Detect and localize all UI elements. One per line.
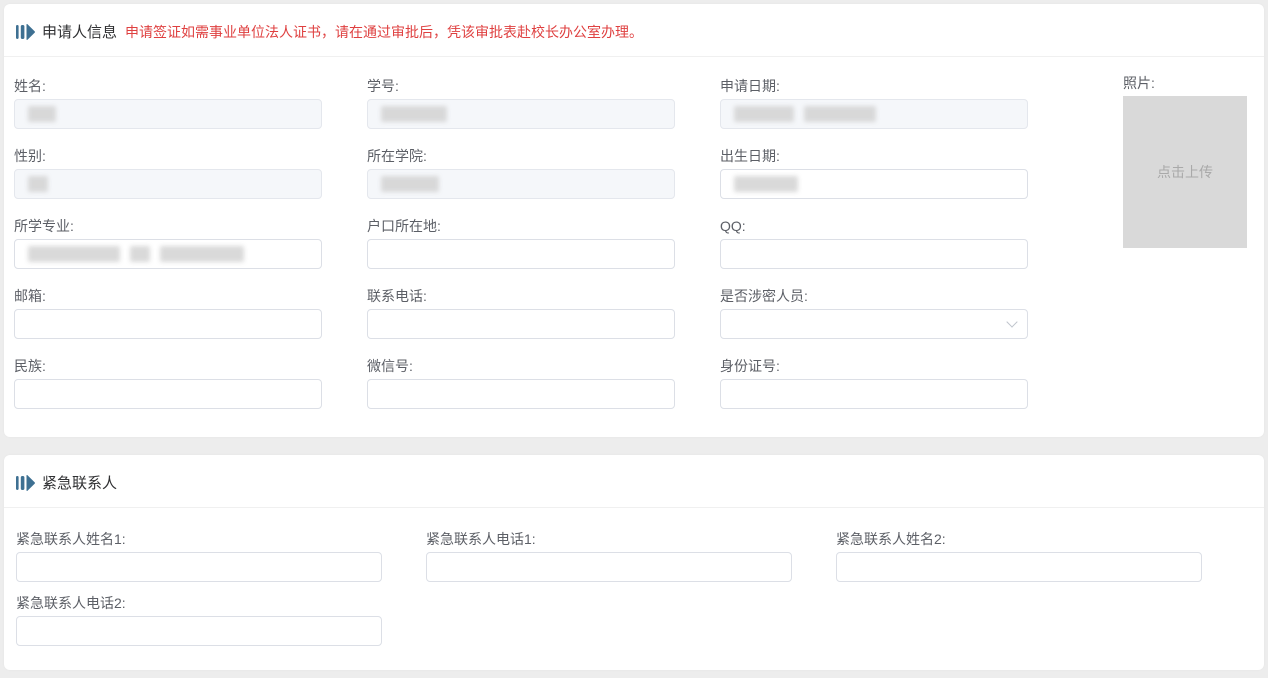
wechat-input[interactable] <box>367 379 675 409</box>
photo-label: 照片: <box>1123 74 1247 92</box>
field-name: 姓名: <box>14 77 322 129</box>
field-label: 民族: <box>14 357 322 375</box>
field-phone: 联系电话: <box>367 287 675 339</box>
ethnicity-input[interactable] <box>14 379 322 409</box>
redacted-value <box>160 246 244 262</box>
section-warning-text: 申请签证如需事业单位法人证书，请在通过审批后，凭该审批表赴校长办公室办理。 <box>125 22 643 42</box>
emergency-section-header: 紧急联系人 <box>4 455 1264 508</box>
field-birth-date: 出生日期: <box>720 147 1028 199</box>
ec-name-2-input[interactable] <box>836 552 1202 582</box>
field-id-number: 身份证号: <box>720 357 1028 409</box>
emergency-contacts-card: 紧急联系人 紧急联系人姓名1: 紧急联系人电话1: 紧急联系人姓名2: 紧急联系… <box>4 455 1264 670</box>
applicant-info-card: 申请人信息 申请签证如需事业单位法人证书，请在通过审批后，凭该审批表赴校长办公室… <box>4 4 1264 437</box>
field-apply-date: 申请日期: <box>720 77 1028 129</box>
field-qq: QQ: <box>720 217 1028 269</box>
field-label: 所学专业: <box>14 217 322 235</box>
field-label: 学号: <box>367 77 675 95</box>
field-college: 所在学院: <box>367 147 675 199</box>
photo-field: 照片: 点击上传 <box>1123 74 1247 248</box>
field-label: 户口所在地: <box>367 217 675 235</box>
field-label: 微信号: <box>367 357 675 375</box>
photo-upload-button[interactable]: 点击上传 <box>1123 96 1247 248</box>
household-location-input[interactable] <box>367 239 675 269</box>
section-marker-icon <box>16 24 35 40</box>
redacted-value <box>804 106 876 122</box>
redacted-value <box>28 246 120 262</box>
field-gender: 性别: <box>14 147 322 199</box>
qq-input[interactable] <box>720 239 1028 269</box>
field-label: 紧急联系人姓名2: <box>836 530 1202 548</box>
field-ec-phone-1: 紧急联系人电话1: <box>426 530 792 582</box>
field-label: 联系电话: <box>367 287 675 305</box>
field-student-id: 学号: <box>367 77 675 129</box>
applicant-section-header: 申请人信息 申请签证如需事业单位法人证书，请在通过审批后，凭该审批表赴校长办公室… <box>4 4 1264 57</box>
redacted-value <box>381 106 447 122</box>
section-marker-icon <box>16 475 35 491</box>
field-label: 所在学院: <box>367 147 675 165</box>
field-label: 邮箱: <box>14 287 322 305</box>
field-ethnicity: 民族: <box>14 357 322 409</box>
gender-input <box>14 169 322 199</box>
applicant-fields-grid: 姓名: 学号: 申请日期: 性别: <box>4 57 1264 427</box>
field-ec-phone-2: 紧急联系人电话2: <box>16 594 382 646</box>
section-title: 紧急联系人 <box>42 472 117 493</box>
field-label: 紧急联系人姓名1: <box>16 530 382 548</box>
photo-upload-text: 点击上传 <box>1157 162 1213 182</box>
section-title: 申请人信息 <box>42 21 117 42</box>
field-email: 邮箱: <box>14 287 322 339</box>
id-number-input[interactable] <box>720 379 1028 409</box>
field-label: 身份证号: <box>720 357 1028 375</box>
field-label: 紧急联系人电话2: <box>16 594 382 612</box>
field-major: 所学专业: <box>14 217 322 269</box>
redacted-value <box>130 246 150 262</box>
field-ec-name-1: 紧急联系人姓名1: <box>16 530 382 582</box>
field-label: 出生日期: <box>720 147 1028 165</box>
redacted-value <box>381 176 439 192</box>
field-label: 是否涉密人员: <box>720 287 1028 305</box>
field-wechat: 微信号: <box>367 357 675 409</box>
field-household-location: 户口所在地: <box>367 217 675 269</box>
redacted-value <box>28 106 56 122</box>
ec-phone-1-input[interactable] <box>426 552 792 582</box>
field-label: 姓名: <box>14 77 322 95</box>
ec-name-1-input[interactable] <box>16 552 382 582</box>
phone-input[interactable] <box>367 309 675 339</box>
classified-person-select[interactable] <box>720 309 1028 339</box>
field-classified-person: 是否涉密人员: <box>720 287 1028 339</box>
field-ec-name-2: 紧急联系人姓名2: <box>836 530 1202 582</box>
ec-phone-2-input[interactable] <box>16 616 382 646</box>
email-input[interactable] <box>14 309 322 339</box>
redacted-value <box>734 106 794 122</box>
redacted-value <box>734 176 798 192</box>
field-label: 紧急联系人电话1: <box>426 530 792 548</box>
field-label: 申请日期: <box>720 77 1028 95</box>
redacted-value <box>28 176 48 192</box>
field-label: 性别: <box>14 147 322 165</box>
emergency-fields-grid: 紧急联系人姓名1: 紧急联系人电话1: 紧急联系人姓名2: 紧急联系人电话2: <box>4 508 1264 658</box>
field-label: QQ: <box>720 217 1028 235</box>
name-input <box>14 99 322 129</box>
